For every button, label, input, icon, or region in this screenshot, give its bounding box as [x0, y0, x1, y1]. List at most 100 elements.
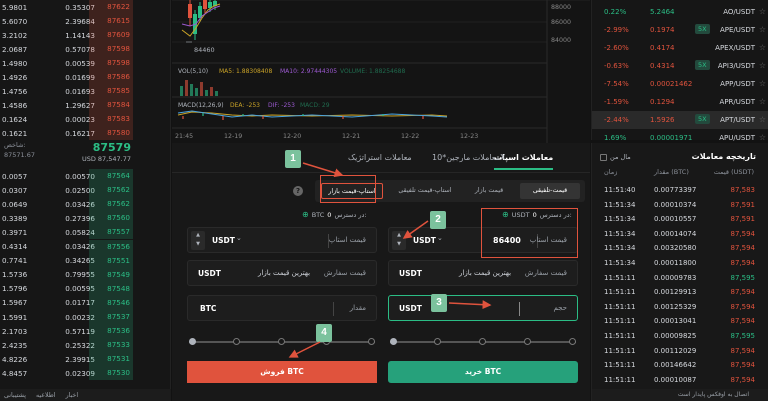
total-cell: 1.4586: [2, 100, 28, 110]
price-cell: 87536: [89, 324, 133, 339]
order-type-stop-limit[interactable]: استاپ-قیمت تلفیقی: [392, 183, 458, 199]
bid-row[interactable]: 0.0307 0.02500 87562: [0, 183, 171, 198]
market-change: -7.54%: [604, 80, 629, 88]
order-type-limit[interactable]: قیمت-تلفیقی: [520, 183, 580, 199]
footer-link[interactable]: اخبار: [66, 392, 79, 399]
market-row[interactable]: -2.44% 1.5926 5X APT/USDT ☆: [592, 111, 768, 129]
trade-price: 87,595: [730, 273, 756, 282]
price-cell: 87580: [89, 126, 133, 140]
ask-row[interactable]: 1.4926 0.01699 87586: [0, 70, 171, 84]
slider-stop[interactable]: [233, 338, 240, 345]
market-row[interactable]: -1.59% 0.1294 APR/USDT ☆: [592, 93, 768, 111]
checkbox[interactable]: [600, 153, 607, 161]
star-icon[interactable]: ☆: [759, 79, 766, 88]
tab-margin[interactable]: معاملات مارجین*10X: [432, 153, 505, 162]
star-icon[interactable]: ☆: [759, 133, 766, 142]
ask-row[interactable]: 0.1624 0.00023 87583: [0, 112, 171, 126]
buy-volume-field[interactable]: USDT حجم: [388, 295, 578, 321]
price-cell: 87556: [89, 239, 133, 254]
ask-row[interactable]: 1.4980 0.00539 87598: [0, 56, 171, 70]
stepper[interactable]: ▲ ▼: [191, 231, 205, 250]
chevron-down-icon[interactable]: ⌄: [437, 234, 443, 242]
ma10-label: MA10: 2.97444305: [280, 68, 337, 75]
star-icon[interactable]: ☆: [759, 25, 766, 34]
bid-row[interactable]: 0.3389 0.27396 87560: [0, 211, 171, 226]
slider-stop[interactable]: [434, 338, 441, 345]
ask-row[interactable]: 2.0687 0.57078 87598: [0, 42, 171, 56]
market-row[interactable]: -2.60% 0.4174 APEX/USDT ☆: [592, 39, 768, 57]
ask-row[interactable]: 1.4586 1.29627 87584: [0, 98, 171, 112]
trade-time: 11:51:34: [604, 200, 636, 209]
bid-row[interactable]: 1.5991 0.00232 87537: [0, 310, 171, 324]
buy-order-price-field[interactable]: USDT بهترین قیمت بازار قیمت سفارش: [388, 260, 578, 286]
bid-row[interactable]: 0.0649 0.03426 87562: [0, 197, 171, 212]
total-cell: 5.9801: [2, 2, 28, 12]
ask-row[interactable]: 1.4756 0.01693 87585: [0, 84, 171, 98]
star-icon[interactable]: ☆: [759, 61, 766, 70]
slider-stop[interactable]: [569, 338, 576, 345]
star-icon[interactable]: ☆: [759, 7, 766, 16]
order-type-market[interactable]: قیمت بازار: [460, 183, 518, 199]
sell-amount-field[interactable]: BTC مقدار: [187, 295, 377, 321]
dif-label: DIF: -253: [268, 102, 295, 109]
chevron-down-icon[interactable]: ⌄: [236, 234, 242, 242]
star-icon[interactable]: ☆: [759, 97, 766, 106]
total-cell: 3.2102: [2, 30, 28, 40]
bid-row[interactable]: 0.7741 0.34265 87551: [0, 253, 171, 268]
bid-row[interactable]: 0.3971 0.05824 87557: [0, 225, 171, 240]
market-row[interactable]: -7.54% 0.00021462 APP/USDT ☆: [592, 75, 768, 93]
market-symbol: APE/USDT: [719, 26, 755, 34]
bid-row[interactable]: 2.1703 0.57119 87536: [0, 324, 171, 339]
annotation-badge-1: 1: [285, 150, 301, 168]
bid-row[interactable]: 0.0057 0.00570 87564: [0, 169, 171, 183]
order-book: 5.9801 0.35307 87622 5.6070 2.39684 87615 3.21…: [0, 0, 171, 401]
price-cell: 87585: [89, 84, 133, 98]
bid-row[interactable]: 4.8226 2.39915 87531: [0, 352, 171, 367]
sell-percent-slider[interactable]: [189, 337, 375, 347]
ask-row[interactable]: 3.2102 1.14143 87609: [0, 28, 171, 42]
slider-stop[interactable]: [524, 338, 531, 345]
slider-stop[interactable]: [479, 338, 486, 345]
candles: [188, 0, 217, 40]
add-funds-icon[interactable]: ⊕: [302, 210, 309, 219]
star-icon[interactable]: ☆: [759, 115, 766, 124]
slider-handle[interactable]: [390, 338, 397, 345]
star-icon[interactable]: ☆: [759, 43, 766, 52]
footer-link[interactable]: پشتیبانی: [4, 392, 26, 399]
my-trades-toggle[interactable]: مال من: [600, 153, 631, 161]
market-row[interactable]: 0.22% 5.2464 AO/USDT ☆: [592, 3, 768, 21]
bid-row[interactable]: 1.5796 0.00595 87548: [0, 281, 171, 296]
tab-strategy[interactable]: معاملات استراتژیک: [348, 153, 412, 162]
slider-handle[interactable]: [189, 338, 196, 345]
annotation-badge-3: 3: [431, 294, 447, 312]
trade-price: 87,594: [730, 288, 756, 297]
slider-stop[interactable]: [368, 338, 375, 345]
ask-row[interactable]: 5.6070 2.39684 87615: [0, 14, 171, 28]
x-tick: 12-21: [342, 133, 360, 140]
footer-link[interactable]: اطلاعیه: [36, 392, 56, 399]
sell-order-price-field[interactable]: USDT بهترین قیمت بازار قیمت سفارش: [187, 260, 377, 286]
market-row[interactable]: -2.99% 0.1974 5X APE/USDT ☆: [592, 21, 768, 39]
stepper[interactable]: ▲ ▼: [392, 231, 406, 250]
sell-stop-price-field[interactable]: ▲ ▼ USDT ⌄ قیمت استاپ: [187, 227, 377, 253]
bid-row[interactable]: 2.4235 0.25322 87533: [0, 338, 171, 353]
price-cell: 87530: [89, 366, 133, 381]
price-cell: 87583: [89, 112, 133, 126]
buy-percent-slider[interactable]: [390, 337, 576, 347]
help-icon[interactable]: ?: [293, 186, 303, 196]
market-row[interactable]: -0.63% 0.4314 5X API3/USDT ☆: [592, 57, 768, 75]
volume-bars: [180, 80, 218, 96]
ask-row[interactable]: 0.1621 0.16217 87580: [0, 126, 171, 140]
x-tick: 12-22: [401, 133, 419, 140]
price-chart[interactable]: 84460 88000 86000 84000 VOL(5,10) MA5: 1…: [172, 0, 590, 143]
bid-row[interactable]: 1.5967 0.01717 87546: [0, 295, 171, 310]
ask-row[interactable]: 5.9801 0.35307 87622: [0, 0, 171, 14]
y-tick: 86000: [551, 19, 571, 26]
buy-button[interactable]: خرید BTC: [388, 361, 578, 383]
bid-row[interactable]: 0.4314 0.03426 87556: [0, 239, 171, 254]
trade-amount: 0.00773397: [654, 186, 697, 194]
total-cell: 1.4926: [2, 72, 28, 82]
bid-row[interactable]: 4.8457 0.02309 87530: [0, 366, 171, 381]
slider-stop[interactable]: [278, 338, 285, 345]
bid-row[interactable]: 1.5736 0.79955 87549: [0, 267, 171, 282]
